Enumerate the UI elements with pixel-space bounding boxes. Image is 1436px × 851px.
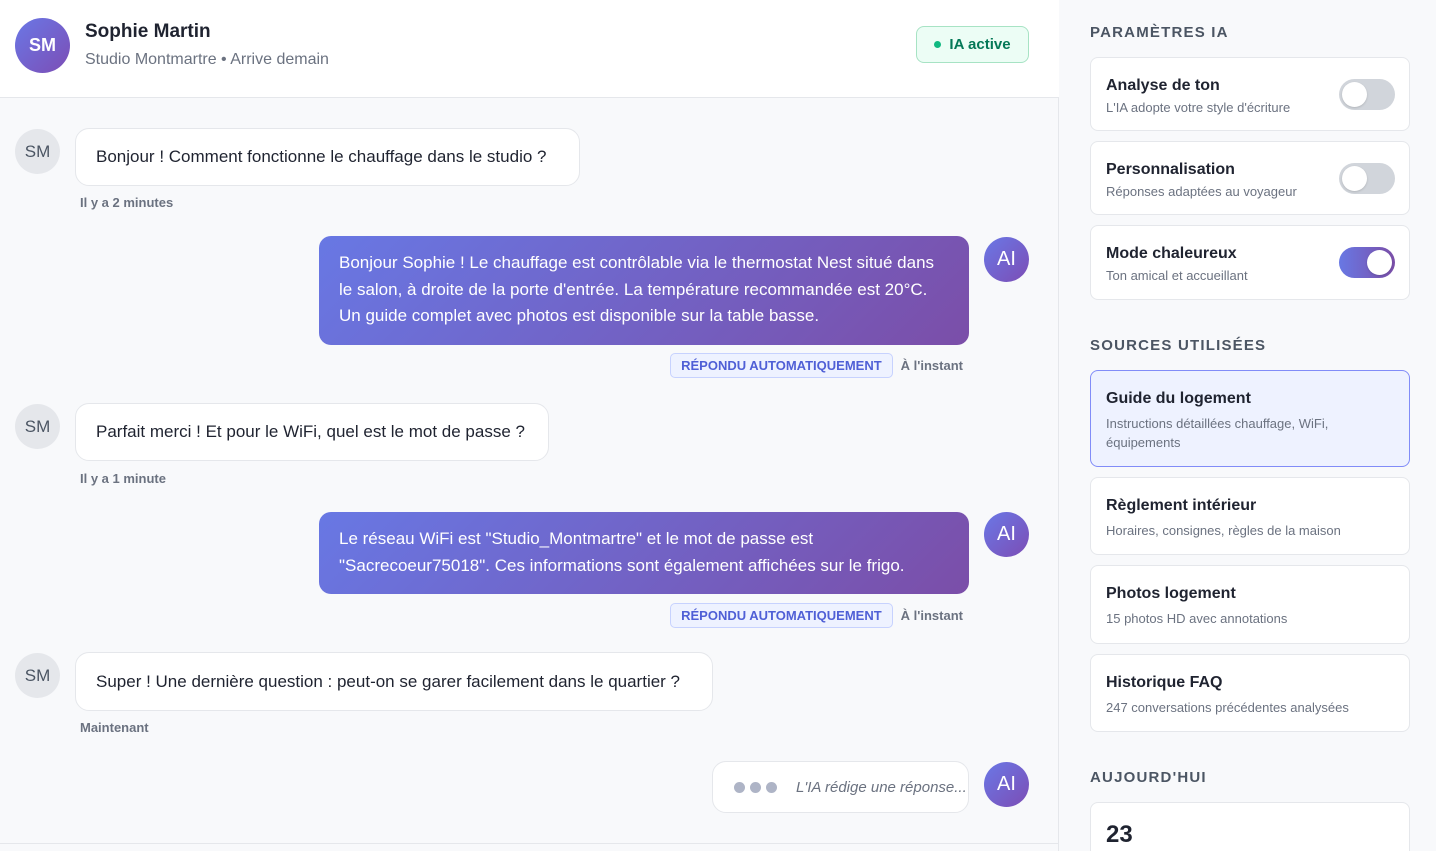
message-timestamp: À l'instant [900,608,963,623]
toggle-knob [1342,82,1367,107]
guest-message-bubble: Bonjour ! Comment fonctionne le chauffag… [75,128,580,186]
setting-title: Mode chaleureux [1106,245,1237,262]
typing-dot-icon [750,781,761,793]
source-title: Guide du logement [1106,390,1251,407]
personalization-toggle[interactable] [1339,163,1395,194]
ai-message-avatar: AI [984,512,1029,557]
setting-card-tone-analysis: Analyse de ton L'IA adopte votre style d… [1090,57,1410,131]
ia-settings-title: PARAMÈTRES IA [1090,24,1229,41]
chat-pane: SM Sophie Martin Studio Montmartre • Arr… [0,0,1059,851]
source-title: Règlement intérieur [1106,497,1257,514]
message-timestamp: Maintenant [80,720,149,735]
guest-message-bubble: Parfait merci ! Et pour le WiFi, quel es… [75,403,549,461]
typing-indicator: L'IA rédige une réponse... [712,761,969,813]
conversation-header: SM Sophie Martin Studio Montmartre • Arr… [0,0,1059,98]
auto-reply-meta: RÉPONDU AUTOMATIQUEMENT À l'instant [670,353,963,378]
auto-reply-badge: RÉPONDU AUTOMATIQUEMENT [670,353,893,378]
auto-reply-badge: RÉPONDU AUTOMATIQUEMENT [670,603,893,628]
toggle-knob [1342,166,1367,191]
source-card-rules[interactable]: Règlement intérieur Horaires, consignes,… [1090,477,1410,555]
typing-dot-icon [734,781,745,793]
guest-avatar[interactable]: SM [15,18,70,73]
message-timestamp: Il y a 2 minutes [80,195,174,210]
guest-message-avatar: SM [15,129,60,174]
ai-message-bubble: Le réseau WiFi est "Studio_Montmartre" e… [319,512,969,594]
sources-title: SOURCES UTILISÉES [1090,337,1267,354]
toggle-knob [1367,250,1392,275]
source-subtitle: 247 conversations précédentes analysées [1106,700,1349,715]
source-card-photos[interactable]: Photos logement 15 photos HD avec annota… [1090,565,1410,644]
setting-card-warm-mode: Mode chaleureux Ton amical et accueillan… [1090,225,1410,300]
message-timestamp: À l'instant [900,358,963,373]
ia-status-badge[interactable]: IA active [916,26,1029,63]
tone-analysis-toggle[interactable] [1339,79,1395,110]
source-card-guide[interactable]: Guide du logement Instructions détaillée… [1090,370,1410,467]
typing-dot-icon [766,781,777,793]
ai-message-bubble: Bonjour Sophie ! Le chauffage est contrô… [319,236,969,345]
setting-card-personalization: Personnalisation Réponses adaptées au vo… [1090,141,1410,215]
ai-message-avatar: AI [984,237,1029,282]
guest-subtitle: Studio Montmartre • Arrive demain [85,51,329,68]
today-stat-card: 23 [1090,802,1410,851]
ia-status-label: IA active [949,36,1011,53]
message-timestamp: Il y a 1 minute [80,471,166,486]
ai-message-avatar: AI [984,762,1029,807]
guest-message-bubble: Super ! Une dernière question : peut-on … [75,652,713,711]
source-title: Historique FAQ [1106,674,1223,691]
source-card-faq-history[interactable]: Historique FAQ 247 conversations précéde… [1090,654,1410,732]
typing-label: L'IA rédige une réponse... [796,778,967,796]
warm-mode-toggle[interactable] [1339,247,1395,278]
guest-message-avatar: SM [15,404,60,449]
today-stat-value: 23 [1106,821,1133,848]
source-subtitle: 15 photos HD avec annotations [1106,611,1288,626]
composer-divider [0,843,1059,844]
ai-sidebar: PARAMÈTRES IA Analyse de ton L'IA adopte… [1060,0,1436,851]
auto-reply-meta: RÉPONDU AUTOMATIQUEMENT À l'instant [670,603,963,628]
setting-title: Analyse de ton [1106,77,1220,94]
guest-name: Sophie Martin [85,21,211,42]
setting-title: Personnalisation [1106,161,1235,178]
status-dot-icon [934,41,942,48]
source-title: Photos logement [1106,585,1236,602]
today-title: AUJOURD'HUI [1090,769,1207,786]
source-subtitle: Instructions détaillées chauffage, WiFi,… [1106,416,1329,450]
guest-message-avatar: SM [15,653,60,698]
source-subtitle: Horaires, consignes, règles de la maison [1106,523,1341,538]
